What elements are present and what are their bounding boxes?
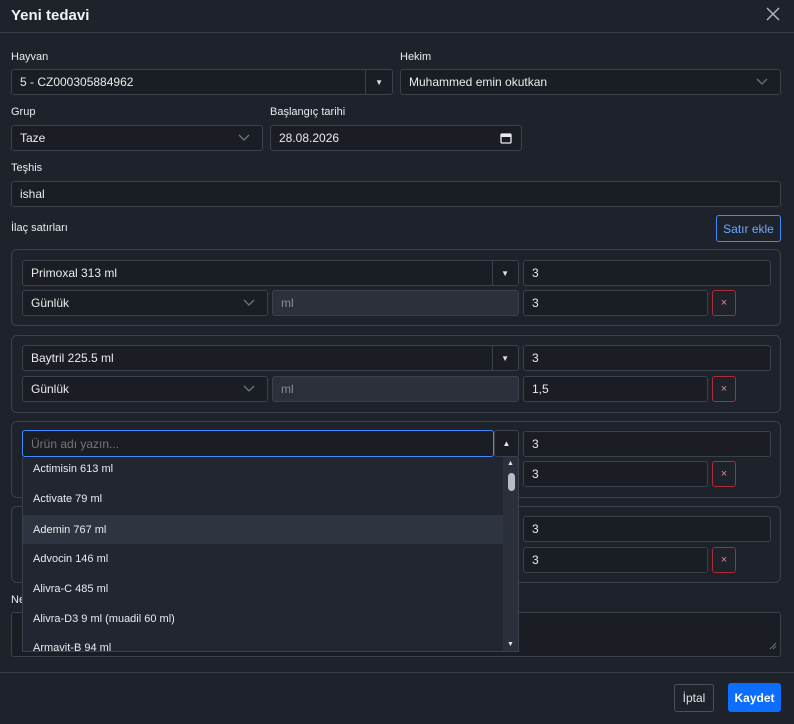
animal-select[interactable]: 5 - CZ000305884962 ▼ [11, 69, 393, 95]
list-item[interactable]: Activate 79 ml [23, 484, 505, 513]
group-select[interactable]: Taze [11, 125, 263, 151]
start-date-label: Başlangıç tarihi [270, 106, 346, 118]
close-icon: × [720, 468, 728, 480]
start-date-input[interactable]: 28.08.2026 [270, 125, 522, 151]
animal-label: Hayvan [11, 51, 49, 63]
chevron-down-icon [243, 296, 255, 310]
close-icon: × [720, 383, 728, 395]
product-search-field[interactable] [31, 436, 493, 451]
modal-header: Yeni tedavi [0, 0, 794, 33]
dose-input[interactable]: 3 [523, 290, 708, 316]
cancel-button[interactable]: İptal [674, 684, 714, 712]
list-item[interactable]: Actimisin 613 ml [23, 457, 505, 483]
quantity-input[interactable]: 3 [523, 260, 771, 286]
vet-label: Hekim [400, 51, 432, 63]
diagnosis-value: ishal [20, 187, 45, 201]
dropdown-toggle[interactable]: ▲ [494, 430, 519, 457]
quantity-value: 3 [532, 351, 539, 365]
dose-input[interactable]: 3 [523, 461, 708, 487]
dose-value: 3 [532, 296, 539, 310]
drug-lines-label: İlaç satırları [11, 222, 68, 234]
delete-line-button[interactable]: × [712, 461, 736, 487]
divider [492, 261, 493, 285]
quantity-value: 3 [532, 437, 539, 451]
frequency-value: Günlük [31, 382, 70, 396]
resize-grip-icon[interactable] [769, 639, 777, 653]
calendar-icon[interactable] [500, 132, 512, 147]
divider [492, 346, 493, 370]
chevron-down-icon [756, 75, 768, 89]
caret-down-icon[interactable]: ▼ [375, 78, 383, 87]
scroll-down-icon[interactable]: ▼ [507, 641, 514, 648]
product-value: Primoxal 313 ml [31, 266, 118, 280]
chevron-down-icon [243, 382, 255, 396]
animal-value: 5 - CZ000305884962 [20, 75, 134, 89]
modal-title: Yeni tedavi [11, 7, 90, 24]
vet-select[interactable]: Muhammed emin okutkan [400, 69, 781, 95]
caret-down-icon[interactable]: ▼ [501, 354, 509, 363]
dose-input[interactable]: 1,5 [523, 376, 708, 402]
product-select[interactable]: Primoxal 313 ml ▼ [22, 260, 519, 286]
group-label: Grup [11, 106, 36, 118]
quantity-value: 3 [532, 522, 539, 536]
list-item[interactable]: Armavit-B 94 ml [23, 633, 505, 652]
dose-value: 1,5 [532, 382, 549, 396]
list-item[interactable]: Advocin 146 ml [23, 544, 505, 573]
caret-down-icon[interactable]: ▼ [501, 269, 509, 278]
product-dropdown[interactable]: Actimisin 613 ml Activate 79 ml Ademin 7… [22, 457, 519, 652]
product-search-input[interactable] [22, 430, 494, 457]
start-date-value: 28.08.2026 [279, 131, 340, 145]
frequency-select[interactable]: Günlük [22, 290, 268, 316]
caret-up-icon: ▲ [502, 439, 511, 448]
unit-field: ml [272, 290, 519, 316]
dose-input[interactable]: 3 [523, 547, 708, 573]
add-line-button[interactable]: Satır ekle [716, 215, 781, 242]
product-select[interactable]: Baytril 225.5 ml ▼ [22, 345, 519, 371]
divider [365, 70, 366, 94]
dose-value: 3 [532, 467, 539, 481]
group-value: Taze [20, 131, 46, 145]
list-item[interactable]: Ademin 767 ml [23, 515, 505, 544]
diagnosis-label: Teşhis [11, 162, 43, 174]
quantity-value: 3 [532, 266, 539, 280]
list-item[interactable]: Alivra-D3 9 ml (muadil 60 ml) [23, 604, 505, 633]
scroll-up-icon[interactable]: ▲ [507, 460, 514, 467]
dose-value: 3 [532, 553, 539, 567]
delete-line-button[interactable]: × [712, 376, 736, 402]
diagnosis-input[interactable]: ishal [11, 181, 781, 207]
frequency-value: Günlük [31, 296, 70, 310]
scrollbar-thumb[interactable] [508, 473, 515, 491]
product-value: Baytril 225.5 ml [31, 351, 114, 365]
quantity-input[interactable]: 3 [523, 516, 771, 542]
scrollbar[interactable]: ▲ ▼ [503, 457, 518, 651]
delete-line-button[interactable]: × [712, 547, 736, 573]
list-item[interactable]: Alivra-C 485 ml [23, 574, 505, 603]
close-icon: × [720, 297, 728, 309]
unit-value: ml [281, 382, 294, 396]
quantity-input[interactable]: 3 [523, 431, 771, 457]
quantity-input[interactable]: 3 [523, 345, 771, 371]
close-icon: × [720, 554, 728, 566]
delete-line-button[interactable]: × [712, 290, 736, 316]
unit-field: ml [272, 376, 519, 402]
vet-value: Muhammed emin okutkan [409, 75, 548, 89]
frequency-select[interactable]: Günlük [22, 376, 268, 402]
chevron-down-icon [238, 131, 250, 145]
save-button[interactable]: Kaydet [728, 683, 781, 712]
unit-value: ml [281, 296, 294, 310]
close-icon[interactable] [764, 5, 782, 23]
